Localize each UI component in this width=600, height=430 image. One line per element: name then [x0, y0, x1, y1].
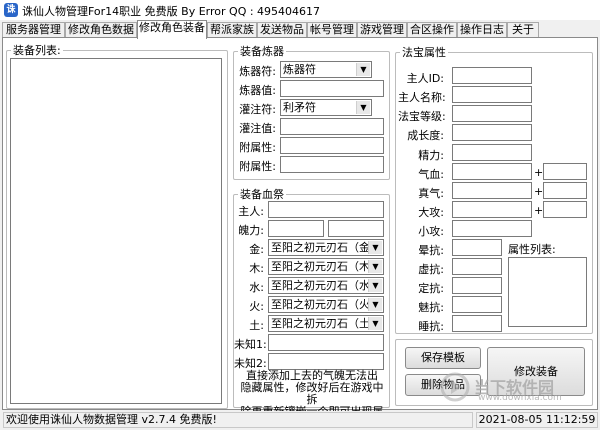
- tab-account-manage[interactable]: 帐号管理: [307, 22, 357, 38]
- owner-id-label: 主人ID:: [406, 72, 444, 85]
- xukang-input[interactable]: [452, 258, 502, 275]
- status-message: 欢迎使用诛仙人物数据管理 v2.7.4 免费版!: [3, 412, 473, 428]
- metal-select[interactable]: 至阳之初元刃石（金） ▼: [268, 239, 384, 256]
- equip-list-title: 装备列表:: [13, 44, 61, 57]
- attr2-label: 附属性:: [239, 160, 276, 173]
- dingkang-label: 定抗:: [418, 282, 444, 295]
- xiaogong-label: 小攻:: [418, 225, 444, 238]
- delete-item-button[interactable]: 删除物品: [405, 374, 481, 396]
- equip-listbox[interactable]: [10, 58, 222, 404]
- growth-input[interactable]: [452, 124, 532, 141]
- xukang-label: 虚抗:: [418, 263, 444, 276]
- tab-edit-equipment[interactable]: 修改角色装备: [137, 20, 207, 39]
- infuse-value-input[interactable]: [280, 118, 384, 135]
- fire-label: 火:: [249, 300, 264, 313]
- yunkang-input[interactable]: [452, 239, 502, 256]
- attr-listbox[interactable]: [508, 257, 587, 327]
- tab-server-manage[interactable]: 服务器管理: [2, 22, 65, 38]
- water-select[interactable]: 至阳之初元刃石（水） ▼: [268, 277, 384, 294]
- owner-name-label: 主人名称:: [398, 91, 446, 104]
- save-template-button[interactable]: 保存模板: [405, 347, 481, 369]
- owner-label: 主人:: [238, 205, 264, 218]
- qixue-plus: +: [534, 166, 544, 179]
- app-icon: 诛: [4, 3, 18, 17]
- soul-input-1[interactable]: [268, 220, 324, 237]
- zhenqi-input[interactable]: [452, 182, 532, 199]
- window-title: 诛仙人物管理For14职业 免费版 By Error QQ : 49540461…: [22, 5, 321, 18]
- wood-label: 木:: [249, 262, 264, 275]
- energy-label: 精力:: [418, 149, 444, 162]
- attr1-input[interactable]: [280, 137, 384, 154]
- xiaogong-input[interactable]: [452, 220, 532, 237]
- meikang-input[interactable]: [452, 296, 502, 313]
- energy-input[interactable]: [452, 144, 532, 161]
- qixue-extra-input[interactable]: [543, 163, 587, 180]
- unknown1-label: 未知1:: [234, 338, 267, 351]
- dagong-label: 大攻:: [418, 206, 444, 219]
- water-label: 水:: [249, 281, 264, 294]
- yunkang-label: 晕抗:: [418, 244, 444, 257]
- chevron-down-icon: ▼: [368, 317, 382, 330]
- soul-input-2[interactable]: [328, 220, 384, 237]
- attr2-input[interactable]: [280, 156, 384, 173]
- qixue-input[interactable]: [452, 163, 532, 180]
- qixue-label: 气血:: [418, 168, 444, 181]
- dagong-plus: +: [534, 204, 544, 217]
- tab-edit-character[interactable]: 修改角色数据: [65, 22, 137, 38]
- dagong-extra-input[interactable]: [543, 201, 587, 218]
- tab-operation-log[interactable]: 操作日志: [457, 22, 507, 38]
- chevron-down-icon: ▼: [368, 241, 382, 254]
- infuse-select[interactable]: 利矛符 ▼: [280, 99, 372, 116]
- tab-about[interactable]: 关于: [507, 22, 539, 38]
- chevron-down-icon: ▼: [368, 279, 382, 292]
- shuikang-label: 睡抗:: [418, 320, 444, 333]
- wood-select[interactable]: 至阳之初元刃石（木） ▼: [268, 258, 384, 275]
- tab-send-items[interactable]: 发送物品: [257, 22, 307, 38]
- zhenqi-label: 真气:: [418, 187, 444, 200]
- modify-equip-button[interactable]: 修改装备: [487, 347, 585, 396]
- blood-title: 装备血祭: [240, 188, 284, 201]
- treasure-level-input[interactable]: [452, 105, 532, 122]
- attr-list-label: 属性列表:: [508, 243, 556, 256]
- status-datetime: 2021-08-05 11:12:59: [476, 412, 598, 428]
- chevron-down-icon: ▼: [356, 101, 370, 114]
- owner-name-input[interactable]: [452, 86, 532, 103]
- soul-label: 魄力:: [238, 224, 264, 237]
- shuikang-input[interactable]: [452, 315, 502, 332]
- unknown1-input[interactable]: [268, 334, 384, 351]
- unknown2-input[interactable]: [268, 353, 384, 370]
- owner-input[interactable]: [268, 201, 384, 218]
- tab-merge-server[interactable]: 合区操作: [407, 22, 457, 38]
- fire-select[interactable]: 至阳之初元刃石（火） ▼: [268, 296, 384, 313]
- dingkang-input[interactable]: [452, 277, 502, 294]
- treasure-title: 法宝属性: [402, 46, 446, 59]
- zhenqi-extra-input[interactable]: [543, 182, 587, 199]
- dagong-input[interactable]: [452, 201, 532, 218]
- tab-guild-family[interactable]: 帮派家族: [207, 22, 257, 38]
- treasure-level-label: 法宝等级:: [398, 110, 446, 123]
- chevron-down-icon: ▼: [356, 63, 370, 76]
- refine-value-input[interactable]: [280, 80, 384, 97]
- chevron-down-icon: ▼: [368, 260, 382, 273]
- infuse-label: 灌注符:: [239, 103, 276, 116]
- refiner-title: 装备炼器: [240, 45, 284, 58]
- attr1-label: 附属性:: [239, 141, 276, 154]
- earth-label: 土:: [249, 319, 264, 332]
- growth-label: 成长度:: [407, 129, 444, 142]
- tab-game-manage[interactable]: 游戏管理: [357, 22, 407, 38]
- owner-id-input[interactable]: [452, 67, 532, 84]
- infuse-value-label: 灌注值:: [239, 122, 276, 135]
- meikang-label: 魅抗:: [418, 301, 444, 314]
- metal-label: 金:: [249, 243, 264, 256]
- earth-select[interactable]: 至阳之初元刃石（土） ▼: [268, 315, 384, 332]
- rune-label: 炼器符:: [239, 65, 276, 78]
- chevron-down-icon: ▼: [368, 298, 382, 311]
- rune-select[interactable]: 炼器符 ▼: [280, 61, 372, 78]
- zhenqi-plus: +: [534, 185, 544, 198]
- refine-value-label: 炼器值:: [239, 84, 276, 97]
- tab-strip: 服务器管理 修改角色数据 修改角色装备 帮派家族 发送物品 帐号管理 游戏管理 …: [0, 20, 600, 39]
